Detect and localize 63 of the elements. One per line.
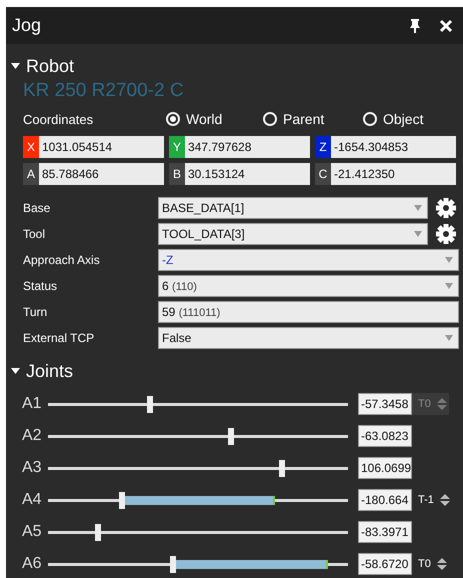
spin-arrows-icon[interactable] <box>436 557 447 571</box>
joint-label: A4 <box>22 491 43 509</box>
joint-label: A2 <box>22 427 43 445</box>
close-icon[interactable] <box>439 18 453 32</box>
radio-label[interactable]: World <box>186 111 222 127</box>
coordinate-field[interactable]: Y 347.797628 <box>169 136 310 158</box>
coordinate-field[interactable]: X 1031.054514 <box>23 136 164 158</box>
window-title: Jog <box>12 15 42 36</box>
radio-button[interactable] <box>166 112 180 126</box>
coordinate-field[interactable]: B 30.153124 <box>169 163 310 185</box>
coordinates-label: Coordinates <box>23 112 94 126</box>
joint-label: A6 <box>22 555 43 573</box>
coordinate-field[interactable]: A 85.788466 <box>23 163 164 185</box>
property-label: Tool <box>23 227 46 241</box>
text-field[interactable]: 59 (111011) <box>158 301 459 323</box>
pin-icon[interactable] <box>409 18 421 32</box>
joint-label: A1 <box>22 395 43 413</box>
slider-thumb[interactable] <box>278 460 285 476</box>
property-label: Turn <box>23 305 48 319</box>
slider-thumb[interactable] <box>170 556 176 572</box>
slider-thumb[interactable] <box>95 524 102 540</box>
section-heading[interactable]: Robot <box>26 56 74 77</box>
slider-thumb[interactable] <box>228 428 234 444</box>
axis-label: X <box>23 136 39 158</box>
radio-button[interactable] <box>263 112 277 126</box>
axis-label: B <box>169 163 185 185</box>
robot-model: KR 250 R2700-2 C <box>23 80 185 102</box>
axis-label: A <box>23 163 39 185</box>
joint-value-field[interactable]: -83.3971 <box>358 521 412 543</box>
joint-value-field[interactable]: -58.6720 <box>358 553 412 575</box>
turn-spinner[interactable]: T-1 <box>412 489 452 511</box>
joint-label: A5 <box>22 523 43 541</box>
axis-label: Z <box>315 136 331 158</box>
joint-value-field[interactable]: -57.3458 <box>358 393 412 415</box>
property-label: Approach Axis <box>23 253 101 267</box>
joint-value-field[interactable]: -63.0823 <box>358 425 412 447</box>
settings-icon[interactable] <box>436 198 456 218</box>
collapse-triangle-icon[interactable] <box>11 62 20 71</box>
radio-button[interactable] <box>363 112 377 126</box>
property-label: External TCP <box>23 331 96 345</box>
axis-label: C <box>315 163 331 185</box>
dropdown[interactable]: BASE_DATA[1] <box>158 197 428 219</box>
axis-label: Y <box>169 136 185 158</box>
settings-icon[interactable] <box>436 224 456 244</box>
dropdown[interactable]: -Z <box>158 249 459 271</box>
coordinate-field[interactable]: C -21.412350 <box>315 163 456 185</box>
dropdown[interactable]: TOOL_DATA[3] <box>158 223 428 245</box>
joint-value-field[interactable]: 106.0699 <box>358 457 412 479</box>
dropdown[interactable]: 6 (110) <box>158 275 459 297</box>
collapse-triangle-icon[interactable] <box>11 367 20 376</box>
section-heading[interactable]: Joints <box>26 361 74 382</box>
joint-value-field[interactable]: -180.664 <box>358 489 412 511</box>
dropdown[interactable]: False <box>158 327 459 349</box>
radio-label[interactable]: Parent <box>283 111 324 127</box>
coordinate-field[interactable]: Z -1654.304853 <box>315 136 456 158</box>
joint-label: A3 <box>22 459 43 477</box>
property-label: Base <box>23 201 52 215</box>
property-label: Status <box>23 279 58 293</box>
radio-label[interactable]: Object <box>383 111 424 127</box>
slider-thumb[interactable] <box>119 492 126 508</box>
slider-thumb[interactable] <box>147 396 153 412</box>
spin-arrows-icon[interactable] <box>440 493 450 507</box>
turn-spinner[interactable]: T0 <box>412 553 449 575</box>
